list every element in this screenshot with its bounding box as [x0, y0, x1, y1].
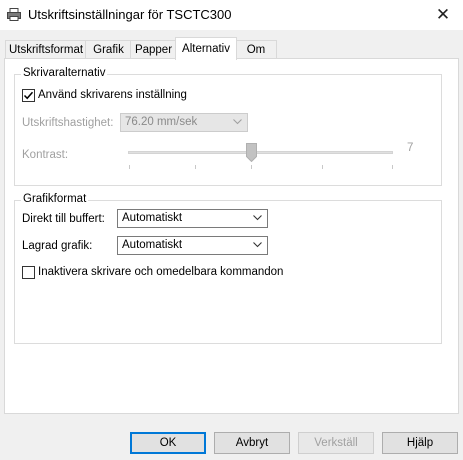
stored-graphics-value: Automatiskt: [122, 239, 183, 251]
print-speed-value: 76.20 mm/sek: [125, 116, 198, 128]
slider-tick: [251, 165, 252, 169]
print-speed-label: Utskriftshastighet:: [22, 117, 114, 129]
chevron-down-icon: [233, 119, 242, 125]
contrast-slider-thumb[interactable]: [246, 143, 257, 162]
tab-utskriftsformat[interactable]: Utskriftsformat: [5, 40, 87, 59]
chevron-down-icon: [253, 242, 262, 248]
contrast-slider-track[interactable]: [128, 151, 393, 154]
slider-tick: [392, 165, 393, 169]
chevron-down-icon: [253, 215, 262, 221]
direct-to-buffer-value: Automatiskt: [122, 212, 183, 224]
contrast-label: Kontrast:: [22, 149, 69, 161]
help-button[interactable]: Hjälp: [382, 432, 458, 454]
direct-to-buffer-label: Direkt till buffert:: [22, 213, 105, 225]
slider-tick: [322, 165, 323, 169]
close-button[interactable]: ✕: [423, 0, 463, 30]
tab-papper[interactable]: Papper: [130, 40, 177, 59]
tab-om[interactable]: Om: [235, 40, 277, 59]
printer-options-group-label: Skrivaralternativ: [21, 67, 108, 79]
use-printer-settings-checkbox[interactable]: [22, 89, 35, 102]
close-icon: ✕: [435, 5, 451, 24]
print-speed-dropdown[interactable]: 76.20 mm/sek: [120, 113, 248, 132]
checkmark-icon: [23, 91, 34, 100]
stored-graphics-dropdown[interactable]: Automatiskt: [117, 236, 268, 255]
tab-alternativ[interactable]: Alternativ: [175, 37, 237, 60]
printer-icon: [7, 8, 21, 21]
cancel-button[interactable]: Avbryt: [214, 432, 290, 454]
disable-printer-label: Inaktivera skrivare och omedelbara komma…: [38, 266, 284, 278]
stored-graphics-label: Lagrad grafik:: [22, 240, 93, 252]
slider-tick: [129, 165, 130, 169]
disable-printer-checkbox[interactable]: [22, 266, 35, 279]
contrast-value: 7: [407, 142, 414, 154]
direct-to-buffer-dropdown[interactable]: Automatiskt: [117, 209, 268, 228]
slider-tick: [195, 165, 196, 169]
apply-button[interactable]: Verkställ: [298, 432, 374, 454]
window-title: Utskriftsinställningar för TSCTC300: [28, 7, 232, 22]
use-printer-settings-label: Använd skrivarens inställning: [38, 89, 187, 101]
tab-grafik[interactable]: Grafik: [85, 40, 132, 59]
ok-button[interactable]: OK: [130, 432, 206, 454]
graphics-format-group-label: Grafikformat: [21, 193, 89, 205]
